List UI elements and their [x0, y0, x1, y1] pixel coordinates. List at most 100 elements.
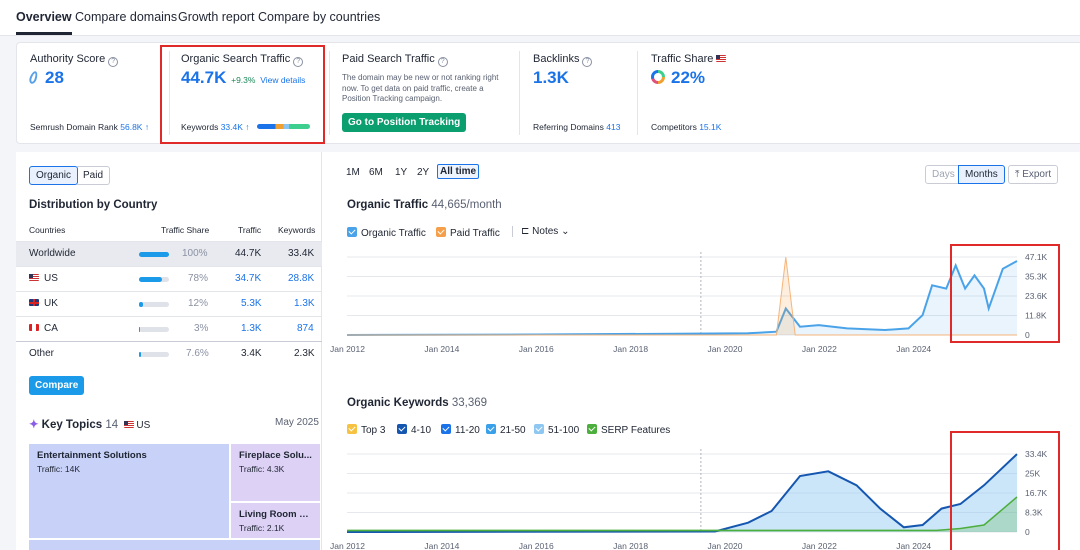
compare-button[interactable]: Compare: [29, 376, 85, 395]
x-tick-label: Jan 2012: [330, 344, 365, 354]
tab-compare-by-countries[interactable]: Compare by countries: [258, 10, 380, 24]
row-share: 3%: [194, 323, 209, 334]
x-tick-label: Jan 2022: [802, 344, 837, 354]
share-bar: [139, 252, 169, 257]
x-tick-label: Jan 2024: [896, 541, 931, 550]
granularity-days[interactable]: Days: [925, 165, 962, 184]
chevron-down-icon: ⌄: [561, 226, 570, 237]
organic-keywords-chart-title: Organic Keywords: [347, 397, 449, 409]
us-flag-icon: [716, 55, 727, 62]
legend-serp-features[interactable]: SERP Features: [587, 424, 670, 436]
organic-traffic-chart-title: Organic Traffic: [347, 199, 429, 211]
left-panel: Organic Paid Distribution by Country Cou…: [16, 152, 322, 550]
competitors-label: Competitors: [651, 122, 697, 132]
topic-name: Entertainment Solutions: [37, 450, 147, 461]
paid-traffic-label: Paid Search Traffic: [342, 53, 435, 65]
row-traffic[interactable]: 34.7K: [235, 273, 261, 284]
referring-domains-value[interactable]: 413: [606, 122, 620, 132]
x-tick-label: Jan 2022: [802, 541, 837, 550]
legend-4-10[interactable]: 4-10: [397, 424, 431, 436]
legend-label: 51-100: [548, 425, 580, 436]
row-keywords[interactable]: 874: [297, 323, 314, 334]
checkbox-icon[interactable]: [486, 424, 496, 434]
range-all-time[interactable]: All time: [437, 164, 480, 179]
topic-tile[interactable]: [29, 540, 320, 550]
row-country: UK: [44, 298, 58, 309]
domain-rank-label: Semrush Domain Rank: [30, 122, 118, 132]
organic-keywords-chart-value: 33,369: [451, 397, 488, 409]
referring-domains-label: Referring Domains: [533, 122, 604, 132]
right-panel: 1M 6M 1Y 2Y All time Days Months ⤒ Expor…: [322, 152, 1080, 550]
paid-traffic-note: The domain may be new or not ranking rig…: [342, 73, 499, 103]
highlight-traffic-trend: [950, 244, 1060, 343]
row-keywords[interactable]: 1.3K: [294, 298, 315, 309]
tab-compare-domains[interactable]: Compare domains: [75, 10, 177, 24]
x-tick-label: Jan 2016: [519, 541, 554, 550]
key-topics-date: May 2025: [275, 417, 319, 428]
paid-traffic-card: Paid Search Traffic? The domain may be n…: [329, 43, 519, 143]
checkbox-icon[interactable]: [436, 227, 446, 237]
tab-growth-report[interactable]: Growth report: [178, 10, 254, 24]
checkbox-icon[interactable]: [397, 424, 407, 434]
note-icon: ⊏: [521, 226, 530, 237]
legend-organic-traffic[interactable]: Organic Traffic: [347, 227, 426, 239]
row-traffic[interactable]: 1.3K: [241, 323, 262, 334]
granularity-months[interactable]: Months: [958, 165, 1005, 184]
export-label: Export: [1022, 169, 1052, 180]
legend-paid-traffic[interactable]: Paid Traffic: [436, 227, 500, 239]
table-row[interactable]: UK 12% 5.3K 1.3K: [16, 291, 322, 316]
share-bar: [139, 352, 169, 357]
x-tick-label: Jan 2014: [424, 344, 459, 354]
competitors-value[interactable]: 15.1K: [699, 122, 721, 132]
table-row[interactable]: Other 7.6% 3.4K 2.3K: [16, 341, 322, 366]
domain-rank-value[interactable]: 56.8K ↑: [120, 122, 149, 132]
tab-overview[interactable]: Overview: [16, 10, 72, 35]
topic-tile[interactable]: Living Room S... Traffic: 2.1K: [231, 503, 320, 538]
backlinks-card: Backlinks? 1.3K Referring Domains 413: [519, 43, 637, 143]
toggle-paid[interactable]: Paid: [77, 166, 111, 185]
legend-top-3[interactable]: Top 3: [347, 424, 385, 436]
checkbox-icon[interactable]: [347, 227, 357, 237]
range-1m[interactable]: 1M: [346, 167, 360, 178]
legend-21-50[interactable]: 21-50: [486, 424, 526, 436]
table-row[interactable]: Worldwide 100% 44.7K 33.4K: [16, 241, 322, 266]
info-icon[interactable]: ?: [437, 57, 448, 67]
legend-11-20[interactable]: 11-20: [441, 424, 480, 436]
table-row[interactable]: CA 3% 1.3K 874: [16, 316, 322, 341]
go-to-position-tracking-button[interactable]: Go to Position Tracking: [342, 113, 467, 132]
legend-label: Top 3: [361, 425, 386, 436]
export-button[interactable]: ⤒ Export: [1008, 165, 1059, 184]
range-2y[interactable]: 2Y: [417, 167, 429, 178]
row-keywords[interactable]: 28.8K: [288, 273, 314, 284]
notes-dropdown[interactable]: ⊏ Notes ⌄: [512, 226, 569, 237]
info-icon[interactable]: ?: [582, 57, 593, 67]
range-1y[interactable]: 1Y: [395, 167, 407, 178]
checkbox-icon[interactable]: [347, 424, 357, 434]
checkbox-icon[interactable]: [587, 424, 597, 434]
legend-51-100[interactable]: 51-100: [534, 424, 579, 436]
checkbox-icon[interactable]: [441, 424, 451, 434]
upload-icon: ⤒: [1015, 169, 1020, 180]
toggle-organic[interactable]: Organic: [29, 166, 79, 185]
us-flag-icon: [29, 274, 39, 281]
row-share: 78%: [188, 273, 209, 284]
range-6m[interactable]: 6M: [369, 167, 383, 178]
row-traffic[interactable]: 5.3K: [241, 298, 262, 309]
authority-score-label: Authority Score: [30, 53, 106, 65]
topic-tile[interactable]: Fireplace Solu... Traffic: 4.3K: [231, 444, 320, 501]
traffic-share-value: 22%: [671, 68, 706, 87]
ca-flag-icon: [29, 324, 39, 331]
share-bar: [139, 327, 169, 332]
x-tick-label: Jan 2020: [707, 541, 742, 550]
table-row[interactable]: US 78% 34.7K 28.8K: [16, 266, 322, 291]
topic-tile[interactable]: Entertainment Solutions Traffic: 14K: [29, 444, 229, 538]
row-share: 7.6%: [186, 348, 209, 359]
checkbox-icon[interactable]: [534, 424, 544, 434]
info-icon[interactable]: ?: [108, 57, 119, 67]
row-share: 100%: [182, 248, 208, 259]
x-tick-label: Jan 2014: [424, 541, 459, 550]
topic-traffic: Traffic: 2.1K: [239, 523, 285, 533]
legend-label: Paid Traffic: [450, 228, 500, 239]
series-area: [347, 261, 1017, 335]
row-keywords: 33.4K: [288, 248, 315, 259]
